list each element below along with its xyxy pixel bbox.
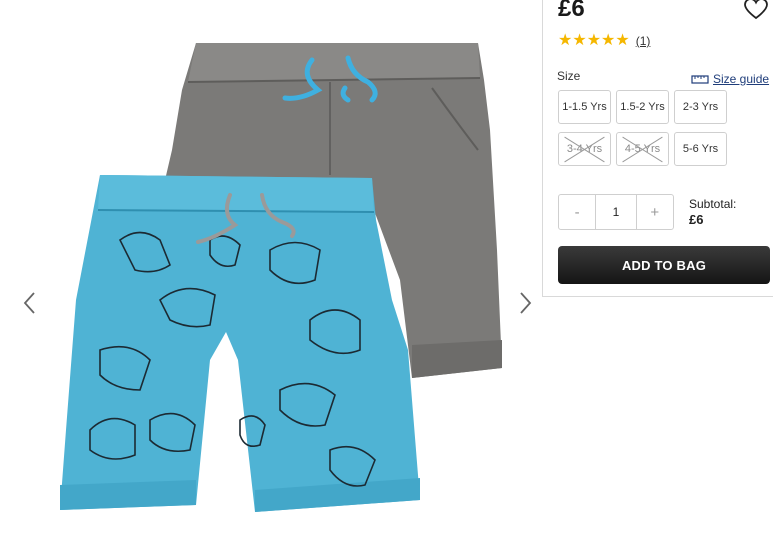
product-price: £6	[558, 0, 585, 22]
star-icon: ★	[558, 32, 573, 49]
product-image-gallery	[0, 0, 545, 550]
star-icon: ★	[601, 32, 616, 49]
star-icon: ★	[586, 32, 602, 49]
star-icon: ★	[572, 32, 587, 49]
size-guide-link[interactable]: Size guide	[691, 72, 769, 86]
quantity-decrease-button[interactable]: -	[559, 195, 595, 229]
size-option-4-5-yrs-unavailable: 4-5 Yrs	[616, 132, 669, 166]
subtotal-amount: £6	[689, 212, 704, 227]
size-option-1.5-2-yrs[interactable]: 1.5-2 Yrs	[616, 90, 669, 124]
chevron-right-icon	[520, 292, 532, 314]
subtotal: Subtotal: £6	[689, 197, 736, 227]
quantity-stepper: - 1 +	[558, 194, 674, 230]
star-icon: ★	[615, 32, 630, 49]
ruler-icon	[691, 75, 709, 84]
chevron-left-icon	[23, 292, 35, 314]
previous-image-arrow[interactable]	[20, 290, 40, 316]
product-image	[60, 43, 502, 512]
size-option-2-3-yrs[interactable]: 2-3 Yrs	[674, 90, 727, 124]
blue-dino-shorts-image	[60, 175, 420, 512]
size-option-1-1.5-yrs[interactable]: 1-1.5 Yrs	[558, 90, 611, 124]
rating-stars: ★ ★ ★ ★ ★ (1)	[558, 33, 650, 49]
add-to-bag-button[interactable]: ADD TO BAG	[558, 246, 770, 284]
product-info-panel: £6 ★ ★ ★ ★ ★ (1) Size Size guide 1-1.5 Y…	[542, 0, 773, 297]
heart-icon	[744, 0, 768, 20]
add-to-wishlist-button[interactable]	[743, 0, 769, 21]
next-image-arrow[interactable]	[515, 290, 535, 316]
review-count-link[interactable]: (1)	[636, 34, 651, 48]
subtotal-label: Subtotal:	[689, 197, 737, 211]
size-label: Size	[557, 69, 581, 83]
size-guide-label: Size guide	[713, 72, 770, 86]
size-option-3-4-yrs-unavailable: 3-4 Yrs	[558, 132, 611, 166]
size-option-5-6-yrs[interactable]: 5-6 Yrs	[674, 132, 727, 166]
quantity-increase-button[interactable]: +	[637, 195, 673, 229]
quantity-input[interactable]: 1	[595, 195, 637, 229]
